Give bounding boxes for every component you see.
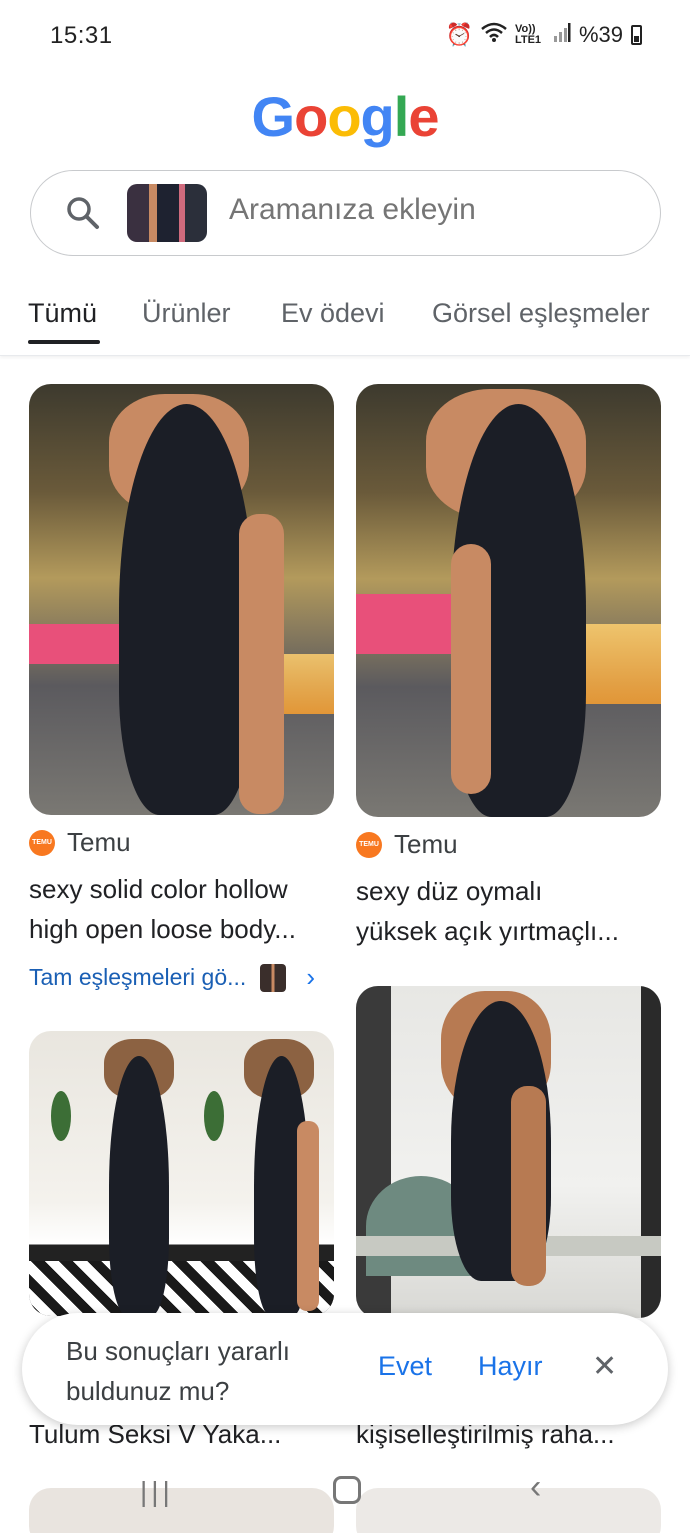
status-bar: 15:31 ⏰ Vo)) LTE1 %39 [0,0,690,72]
battery-percent: %39 [578,22,623,47]
search-bar[interactable] [30,170,661,256]
result-image[interactable] [356,384,661,817]
close-icon[interactable]: ✕ [592,1349,617,1384]
logo-letter: o [327,85,361,148]
feedback-yes-button[interactable]: Evet [378,1351,432,1382]
logo-letter: g [360,85,395,148]
volte-label: Vo)) LTE1 [514,23,542,46]
temu-icon: TEMU [356,831,382,858]
back-icon[interactable]: ‹ [530,1468,541,1507]
source-name: Temu [67,827,131,857]
match-thumbnail [260,963,287,992]
result-image[interactable] [29,1031,334,1316]
recent-apps-icon[interactable]: ||| [140,1476,174,1508]
logo-letter: e [408,85,439,148]
logo-letter: G [251,85,296,148]
battery-icon [631,25,642,45]
result-image[interactable] [356,986,661,1318]
temu-icon: TEMU [29,829,55,856]
feedback-prompt: Bu sonuçları yararlı buldunuz mu? Evet H… [22,1313,668,1425]
result-source[interactable]: TEMU Temu [356,829,458,860]
tab-homework[interactable]: Ev ödevi [281,298,385,329]
home-icon[interactable] [333,1476,361,1504]
source-name: Temu [394,829,458,859]
search-icon[interactable] [65,195,101,231]
exact-matches-link[interactable]: Tam eşleşmeleri gö... › [29,962,315,993]
search-image-thumbnail[interactable] [127,184,207,242]
result-source[interactable]: TEMU Temu [29,827,131,858]
tab-all[interactable]: Tümü [28,298,97,329]
tab-visual-matches[interactable]: Görsel eşleşmeler [432,298,650,329]
tab-products[interactable]: Ürünler [142,298,231,329]
logo-letter: l [393,85,410,148]
status-time: 15:31 [50,22,113,49]
result-title[interactable]: yüksek açık yırtmaçlı... [356,911,661,951]
chevron-right-icon: › [306,962,315,992]
status-icons: ⏰ Vo)) LTE1 %39 [446,22,642,48]
system-navigation-bar: ||| ‹ [0,1462,690,1522]
search-input[interactable] [229,193,629,227]
wifi-icon [481,22,507,48]
signal-icon [553,22,571,48]
result-image[interactable] [29,384,334,815]
logo-letter: o [294,85,328,148]
feedback-question: Bu sonuçları yararlı buldunuz mu? [66,1336,290,1406]
alarm-icon: ⏰ [445,22,473,47]
filter-tabs: Tümü Ürünler Ev ödevi Görsel eşleşmeler [0,290,690,356]
result-title[interactable]: sexy solid color hollow [29,869,339,909]
result-title[interactable]: sexy düz oymalı [356,871,661,911]
active-tab-indicator [28,340,100,344]
exact-matches-label: Tam eşleşmeleri gö... [29,964,247,990]
google-logo[interactable]: Google [0,84,690,149]
result-title[interactable]: high open loose body... [29,909,339,949]
feedback-no-button[interactable]: Hayır [478,1351,543,1382]
